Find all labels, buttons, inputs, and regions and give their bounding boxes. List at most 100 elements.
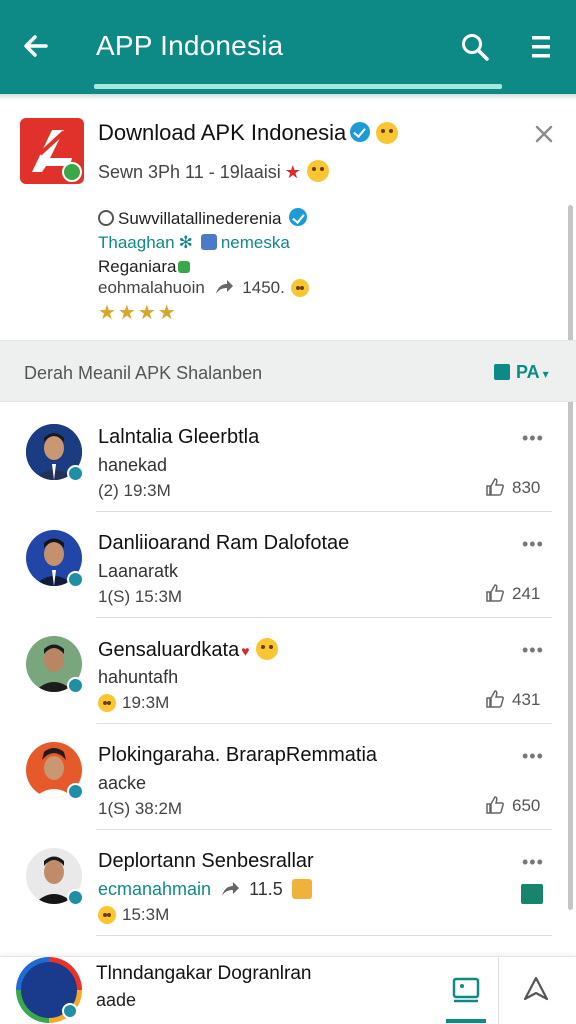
- comment-handle: aacke: [98, 773, 147, 793]
- menu-icon[interactable]: [530, 34, 552, 60]
- composer-name: Tlnndangakar Dogranlran: [96, 963, 312, 984]
- like-button[interactable]: 241: [486, 584, 540, 604]
- avatar-badge-icon: [62, 1003, 78, 1019]
- comment-time: 1(S) 38:2M: [98, 799, 183, 818]
- share-icon: [215, 280, 233, 294]
- clock-icon: [98, 210, 114, 226]
- comment-handle: ecmanahmain 11.5: [98, 879, 312, 900]
- desc-text: Suwvillatallinederenia: [118, 209, 282, 228]
- app-subtitle: Sewn 3Ph 11 - 19laaisi ★: [98, 160, 329, 183]
- comment-time-text: 19:3M: [122, 693, 170, 712]
- comment-handle: Laanaratk: [98, 561, 179, 581]
- comment-handle: hahuntafh: [98, 667, 179, 687]
- divider: [96, 935, 552, 936]
- app-name: Download APK Indonesia: [98, 120, 399, 146]
- avatar-badge-icon: [67, 465, 84, 482]
- emoji-icon: [98, 694, 116, 712]
- app-logo-icon[interactable]: [20, 118, 84, 184]
- thumbs-up-icon: [486, 690, 504, 708]
- app-desc-line: Reganiara: [98, 257, 191, 277]
- like-button[interactable]: 830: [486, 478, 540, 498]
- comment-time-text: 15:3M: [122, 905, 170, 924]
- comment-author[interactable]: Plokingaraha. BrarapRemmatia: [98, 744, 377, 767]
- fan-icon: ✻: [178, 233, 193, 252]
- avatar-badge-icon: [67, 571, 84, 588]
- page-title: APP Indonesia: [96, 30, 284, 61]
- emoji-icon: [255, 638, 278, 660]
- like-button[interactable]: 431: [486, 690, 540, 710]
- tab-indicator: [446, 1019, 486, 1023]
- comment-handle-suffix: 11.5: [249, 879, 283, 899]
- thumbs-up-icon: [486, 478, 504, 496]
- comment-author[interactable]: Deplortann Senbesrallar: [98, 850, 314, 873]
- app-desc-line: Suwvillatallinederenia: [98, 208, 308, 229]
- avatar-badge-icon: [67, 677, 84, 694]
- comment-time: 1(S) 15:3M: [98, 587, 183, 606]
- app-desc-line: Thaaghan ✻ nemeska: [98, 233, 290, 253]
- comment-author-text: Gensaluardkata: [98, 639, 240, 661]
- rating-stars: ★★★★: [98, 302, 178, 324]
- section-label: Derah Meanil APK Shalanben: [24, 363, 263, 383]
- share-icon: [222, 882, 240, 896]
- bookmark-icon[interactable]: [521, 884, 543, 904]
- comment-time: 19:3M: [98, 693, 169, 713]
- comment-handle: hanekad: [98, 455, 168, 475]
- desc-text[interactable]: Thaaghan: [98, 233, 175, 252]
- emoji-icon: [98, 906, 116, 924]
- avatar[interactable]: [16, 957, 82, 1023]
- like-button[interactable]: 650: [486, 796, 540, 816]
- app-verified-badge: [62, 162, 82, 182]
- tag-icon: [200, 234, 217, 250]
- app-name-text: Download APK Indonesia: [98, 120, 347, 145]
- avatar[interactable]: [26, 424, 84, 482]
- like-count: 431: [512, 690, 541, 709]
- back-arrow-icon[interactable]: [20, 30, 52, 62]
- like-count: 241: [512, 584, 541, 603]
- app-bar: APP Indonesia: [0, 0, 576, 94]
- app-card: Download APK Indonesia Sewn 3Ph 11 - 19l…: [0, 100, 576, 340]
- desc-text: eohmalahuoin: [98, 278, 205, 297]
- comment-author[interactable]: Lalntalia Gleerbtla: [98, 426, 259, 449]
- comment-item[interactable]: Plokingaraha. BrarapRemmatia aacke 1(S) …: [0, 724, 576, 830]
- thumbs-up-icon: [486, 584, 504, 602]
- comment-composer: Tlnndangakar Dogranlran aade: [0, 956, 576, 1024]
- chevron-down-icon: ▾: [542, 367, 549, 381]
- like-count: 650: [512, 796, 541, 815]
- avatar[interactable]: [26, 636, 84, 694]
- more-options-icon[interactable]: •••: [522, 428, 544, 449]
- desc-text[interactable]: nemeska: [221, 233, 290, 252]
- more-options-icon[interactable]: •••: [522, 640, 544, 661]
- avatar-badge-icon: [67, 783, 84, 800]
- composer-handle: aade: [96, 990, 137, 1010]
- more-options-icon[interactable]: •••: [522, 852, 544, 873]
- comment-item[interactable]: Lalntalia Gleerbtla hanekad (2) 19:3M ••…: [0, 406, 576, 512]
- comment-item[interactable]: Deplortann Senbesrallar ecmanahmain 11.5…: [0, 830, 576, 936]
- emoji-icon: [290, 279, 309, 297]
- sort-icon: [494, 364, 510, 380]
- comments-section-header: Derah Meanil APK Shalanben PA ▾: [0, 340, 576, 402]
- avatar[interactable]: [26, 742, 84, 800]
- comment-author[interactable]: Danliioarand Ram Dalofotae: [98, 532, 349, 555]
- avatar[interactable]: [26, 530, 84, 588]
- emoji-icon: [376, 122, 399, 144]
- verified-icon: [289, 208, 308, 226]
- title-underline: [94, 84, 502, 89]
- like-count: 830: [512, 478, 541, 497]
- send-icon[interactable]: [522, 975, 550, 1003]
- desc-text: Reganiara: [98, 257, 177, 276]
- heart-icon: ♥: [241, 643, 250, 659]
- app-subtitle-text: Sewn 3Ph 11 - 19laaisi: [98, 162, 281, 182]
- more-options-icon[interactable]: •••: [522, 746, 544, 767]
- app-desc-line: eohmalahuoin 1450.: [98, 278, 309, 298]
- more-options-icon[interactable]: •••: [522, 534, 544, 555]
- verified-icon: [350, 122, 371, 142]
- comment-item[interactable]: Gensaluardkata ♥ hahuntafh 19:3M ••• 431: [0, 618, 576, 724]
- comment-author[interactable]: Gensaluardkata ♥: [98, 638, 278, 662]
- search-icon[interactable]: [460, 32, 490, 62]
- avatar[interactable]: [26, 848, 84, 906]
- close-icon[interactable]: [534, 124, 554, 144]
- emoji-icon: [306, 160, 329, 182]
- comment-item[interactable]: Danliioarand Ram Dalofotae Laanaratk 1(S…: [0, 512, 576, 618]
- sort-dropdown[interactable]: PA ▾: [494, 362, 549, 383]
- gallery-icon[interactable]: [452, 977, 480, 1003]
